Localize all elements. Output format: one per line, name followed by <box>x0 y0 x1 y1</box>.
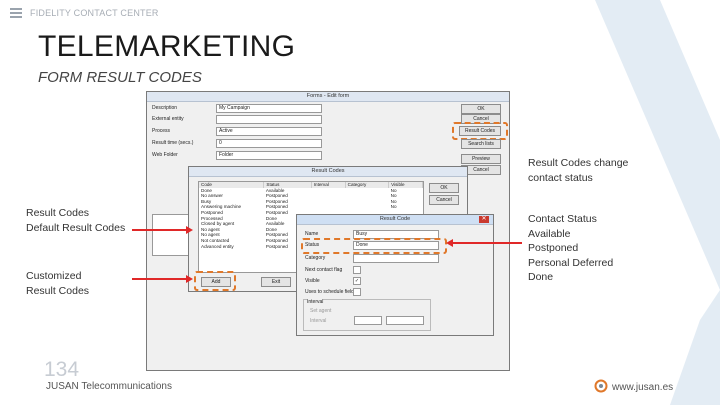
search-lists-button[interactable]: Search lists <box>461 139 501 149</box>
name-label: Name <box>305 231 319 237</box>
rc-ok-button[interactable]: OK <box>429 183 459 193</box>
result-code-dialog-title: Result Code <box>297 215 493 225</box>
category-select[interactable] <box>353 254 439 263</box>
web-folder-value: Folder <box>219 152 234 158</box>
jusan-logo-icon <box>594 379 608 393</box>
visible-label: Visible <box>305 278 320 284</box>
schedule-fields-checkbox[interactable] <box>353 288 361 296</box>
next-contact-checkbox[interactable] <box>353 266 361 274</box>
page-number: 134 <box>44 358 80 381</box>
name-value: Busy <box>356 231 368 237</box>
preview-button[interactable]: Preview <box>461 154 501 164</box>
result-codes-title: Result Codes <box>189 167 467 177</box>
arrow-head-default <box>186 226 193 234</box>
result-code-dialog: Result Code ✕ Name Busy Status Done Cate… <box>296 214 494 336</box>
result-code-dialog-title-text: Result Code <box>379 216 411 222</box>
status-item: Done <box>528 271 554 283</box>
interval-value-field[interactable] <box>354 316 382 325</box>
status-highlight <box>301 238 447 254</box>
description-field[interactable]: My Campaign <box>216 104 322 113</box>
contact-status-title: Contact Status <box>528 213 597 225</box>
status-item: Postponed <box>528 242 579 254</box>
process-value: Active <box>219 128 233 134</box>
external-entity-label: External entity <box>152 116 184 122</box>
ok-button[interactable]: OK <box>461 104 501 114</box>
schedule-fields-label: Uses to schedule fields <box>305 289 357 295</box>
note-status-change: Result Codes change contact status <box>528 156 628 185</box>
description-value: My Campaign <box>219 105 250 111</box>
note-line: Result Codes change <box>528 157 629 169</box>
result-time-field[interactable]: 0 <box>216 139 322 148</box>
interval-unit-select[interactable] <box>386 316 424 325</box>
brand-label: FIDELITY CONTACT CENTER <box>30 8 159 18</box>
tree-panel[interactable] <box>152 214 192 256</box>
contact-status-list: Contact Status Available Postponed Perso… <box>528 212 613 285</box>
exit-button[interactable]: Exit <box>261 277 291 287</box>
rc-cancel-button[interactable]: Cancel <box>429 195 459 205</box>
arrow-default-codes <box>132 229 190 231</box>
result-time-value: 0 <box>219 140 222 146</box>
status-item: Personal Deferred <box>528 256 614 269</box>
arrow-custom-codes <box>132 278 190 280</box>
result-codes-highlight <box>452 122 508 140</box>
web-folder-label: Web Folder <box>152 152 178 158</box>
note-line: Customized <box>26 270 82 282</box>
company-name: JUSAN Telecommunications <box>46 381 172 392</box>
next-contact-label: Next contact flag <box>305 267 343 273</box>
external-entity-field[interactable] <box>216 115 322 124</box>
close-icon[interactable]: ✕ <box>479 216 489 223</box>
process-label: Process <box>152 128 171 134</box>
result-time-label: Result time (secs.) <box>152 140 194 146</box>
category-label: Category <box>305 255 326 261</box>
interval-option: Interval <box>310 318 327 324</box>
note-line: Result Codes <box>26 284 90 297</box>
note-default-codes: Result Codes Default Result Codes <box>26 206 125 235</box>
menu-icon[interactable] <box>10 8 22 19</box>
status-item: Available <box>528 227 571 240</box>
web-folder-field[interactable]: Folder <box>216 151 322 160</box>
decorative-stripes <box>595 0 720 405</box>
arrow-status <box>452 242 522 244</box>
description-label: Description <box>152 105 178 111</box>
table-cell: Advanced entity <box>201 243 234 249</box>
window-title: Forms - Edit form <box>147 92 509 102</box>
page-subtitle: FORM RESULT CODES <box>38 69 202 86</box>
note-line: contact status <box>528 171 593 184</box>
arrow-head-status <box>446 239 453 247</box>
website-link[interactable]: www.jusan.es <box>612 382 673 393</box>
note-custom-codes: Customized Result Codes <box>26 269 89 298</box>
page-title: TELEMARKETING <box>38 30 296 63</box>
visible-checkbox[interactable]: ✓ <box>353 277 361 285</box>
process-select[interactable]: Active <box>216 127 322 136</box>
interval-group-label: Interval <box>307 299 324 305</box>
set-agent-option[interactable]: Set agent <box>310 308 331 314</box>
add-button-highlight <box>194 271 236 291</box>
note-line: Result Codes <box>26 207 90 219</box>
interval-group: Interval Set agent Interval <box>303 299 431 331</box>
note-line: Default Result Codes <box>26 221 126 234</box>
arrow-head-custom <box>186 275 193 283</box>
